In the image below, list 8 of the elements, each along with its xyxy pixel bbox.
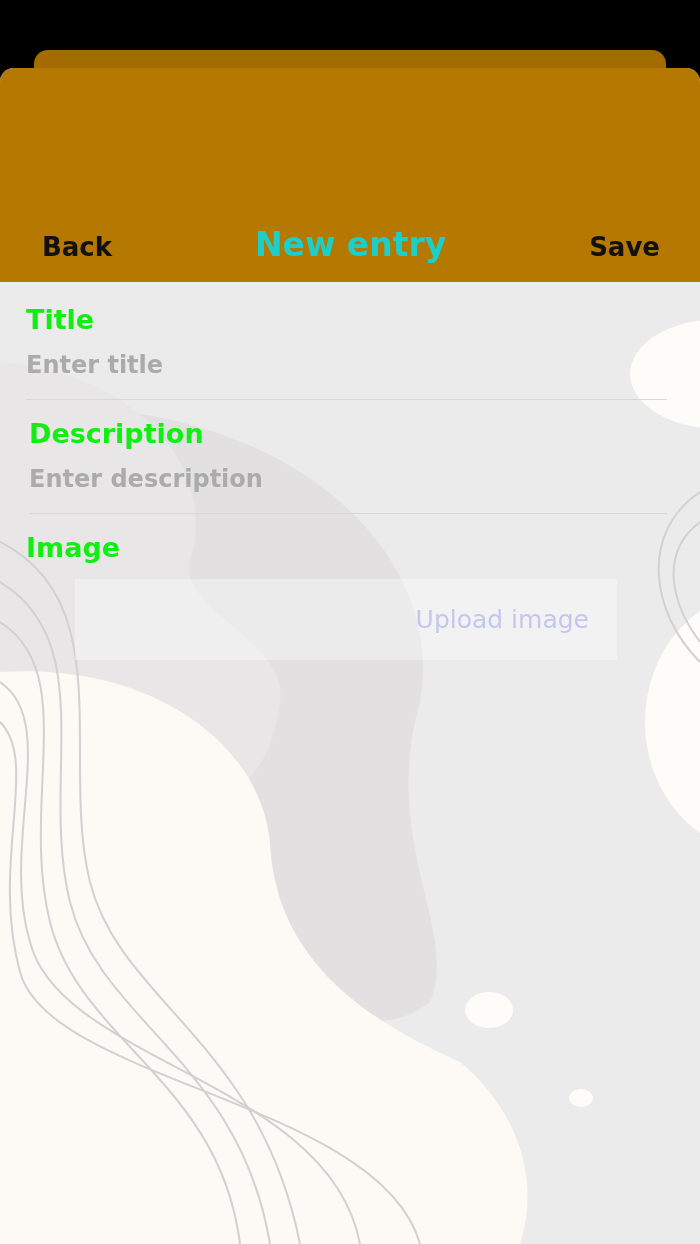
back-button[interactable]: Back [42,232,113,262]
save-button[interactable]: Save [589,232,660,262]
screen-title: New entry [254,225,447,264]
input-field[interactable]: Enter title [26,345,667,400]
input-field[interactable]: Enter description [29,459,667,514]
field-label: Image [26,532,121,563]
field-label: Title [26,304,95,335]
field-label: Description [29,418,204,449]
